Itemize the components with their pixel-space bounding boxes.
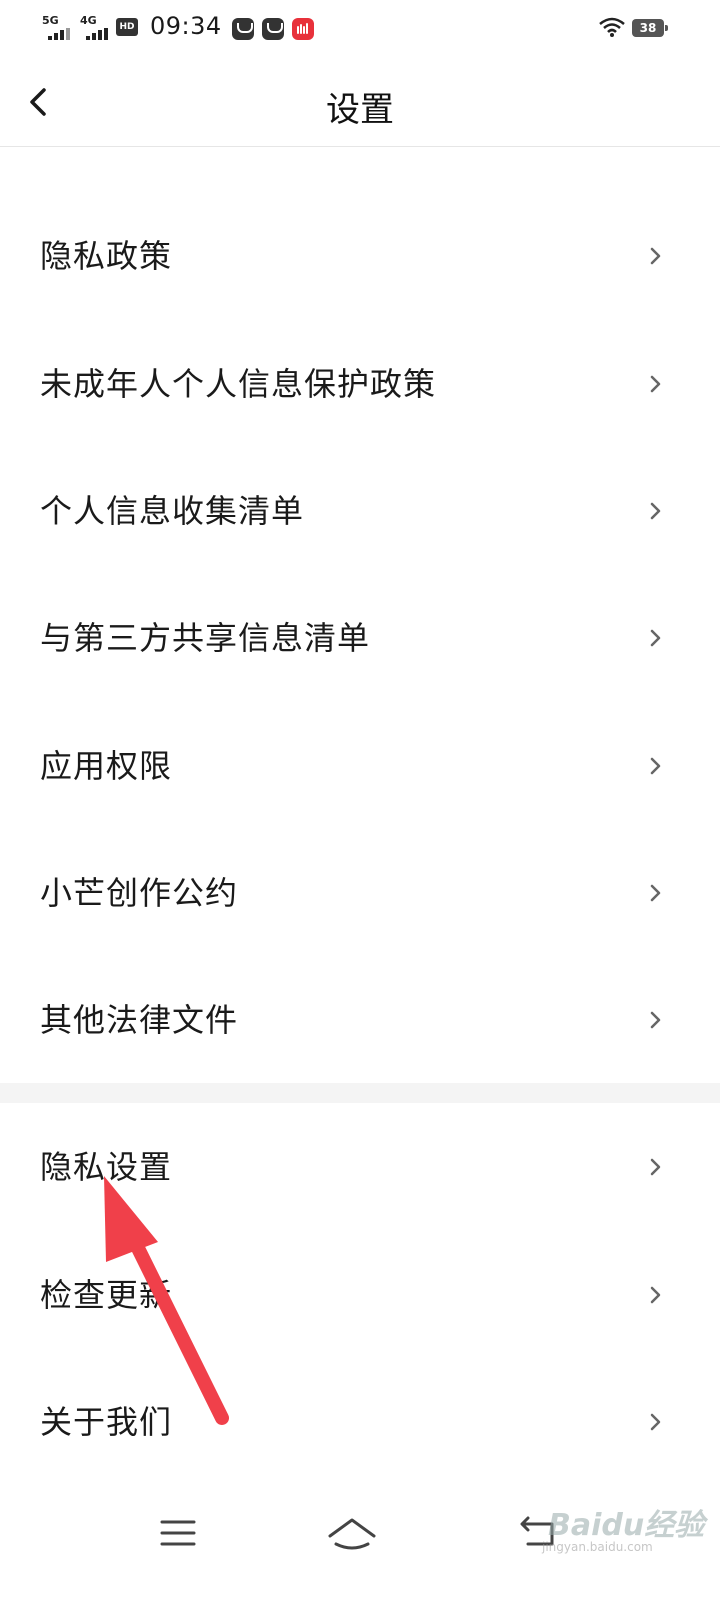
app-icon	[292, 18, 314, 40]
settings-item-privacy-policy[interactable]: 隐私政策	[0, 192, 720, 320]
chevron-right-icon	[650, 1286, 661, 1304]
chevron-right-icon	[650, 757, 661, 775]
signal-5g-icon: 5G	[42, 14, 76, 40]
hd-icon: HD	[116, 16, 140, 38]
wifi-icon	[598, 16, 626, 38]
chevron-right-icon	[650, 247, 661, 265]
header: 设置	[0, 60, 720, 147]
settings-item-app-permissions[interactable]: 应用权限	[0, 702, 720, 830]
home-button[interactable]	[322, 1508, 382, 1558]
watermark: Baidu经验 jingyan.baidu.com	[540, 1490, 710, 1560]
status-bar: 5G 4G HD 09:34 38	[0, 0, 720, 60]
hd-label: HD	[116, 18, 138, 36]
settings-item-label: 隐私设置	[40, 1148, 173, 1186]
settings-item-other-legal[interactable]: 其他法律文件	[0, 956, 720, 1084]
signal-5g-label: 5G	[42, 14, 59, 27]
chevron-right-icon	[650, 1413, 661, 1431]
settings-item-about-us[interactable]: 关于我们	[0, 1358, 720, 1486]
settings-item-label: 隐私政策	[40, 237, 173, 275]
settings-item-privacy-settings[interactable]: 隐私设置	[0, 1103, 720, 1231]
battery-level: 38	[639, 21, 657, 35]
settings-item-label: 其他法律文件	[40, 1001, 239, 1039]
settings-item-label: 与第三方共享信息清单	[40, 619, 371, 657]
signal-4g-label: 4G	[80, 14, 97, 27]
settings-item-label: 个人信息收集清单	[40, 492, 305, 530]
watermark-brand: Baidu经验	[548, 1508, 705, 1543]
status-time: 09:34	[150, 12, 222, 40]
settings-item-info-collection[interactable]: 个人信息收集清单	[0, 447, 720, 575]
chevron-right-icon	[650, 884, 661, 902]
signal-4g-icon: 4G	[80, 14, 114, 40]
settings-item-minor-privacy[interactable]: 未成年人个人信息保护政策	[0, 320, 720, 448]
settings-item-label: 关于我们	[40, 1403, 173, 1441]
chevron-right-icon	[650, 375, 661, 393]
chevron-right-icon	[650, 629, 661, 647]
settings-item-label: 小芒创作公约	[40, 874, 239, 912]
settings-item-third-party-sharing[interactable]: 与第三方共享信息清单	[0, 574, 720, 702]
menu-button[interactable]	[148, 1508, 208, 1558]
settings-item-creator-convention[interactable]: 小芒创作公约	[0, 829, 720, 957]
page-title: 设置	[326, 90, 394, 130]
settings-item-label: 应用权限	[40, 747, 173, 785]
settings-item-label: 检查更新	[40, 1276, 173, 1314]
mail-icon	[232, 18, 254, 40]
chevron-right-icon	[650, 1011, 661, 1029]
chevron-right-icon	[650, 1158, 661, 1176]
watermark-url: jingyan.baidu.com	[542, 1540, 653, 1554]
home-icon	[328, 1518, 376, 1550]
settings-item-check-update[interactable]: 检查更新	[0, 1231, 720, 1359]
settings-item-label: 未成年人个人信息保护政策	[40, 365, 437, 403]
battery-icon: 38	[632, 19, 668, 37]
chevron-right-icon	[650, 502, 661, 520]
mail-icon	[262, 18, 284, 40]
menu-icon	[160, 1520, 196, 1546]
section-divider	[0, 1083, 720, 1103]
